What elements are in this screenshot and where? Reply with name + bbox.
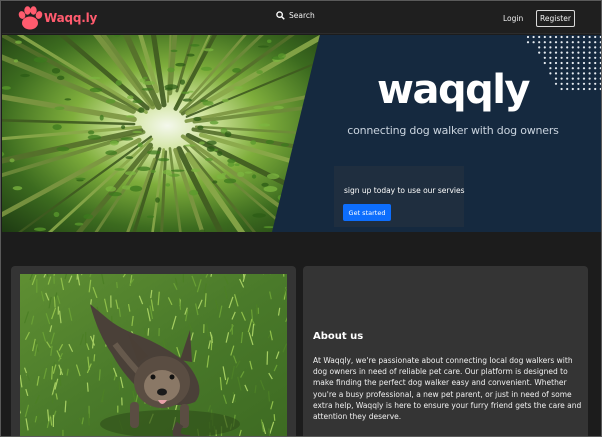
dog-on-grass-image: [20, 274, 287, 436]
register-button[interactable]: Register: [536, 10, 575, 27]
search-label: Search: [289, 11, 315, 20]
about-section: About us At Waqqly, we're passionate abo…: [2, 232, 601, 436]
about-title: About us: [313, 331, 364, 342]
cta-text: sign up today to use our servies: [344, 186, 465, 195]
bamboo-forest-image: [2, 35, 320, 232]
brand-logo[interactable]: Waqq.ly: [14, 5, 97, 31]
get-started-label: Get started: [348, 208, 386, 217]
get-started-button[interactable]: Get started: [343, 204, 391, 221]
register-label: Register: [540, 14, 571, 23]
about-card: About us At Waqqly, we're passionate abo…: [303, 266, 588, 436]
paw-icon: [18, 6, 43, 30]
login-link[interactable]: Login: [503, 14, 523, 23]
signup-cta-box: sign up today to use our servies Get sta…: [334, 166, 465, 227]
hero-section: waqqly connecting dog walker with dog ow…: [2, 35, 601, 232]
browser-viewport: Waqq.ly Search Login Register waqqly con…: [0, 0, 602, 437]
brand-name: Waqq.ly: [44, 11, 98, 25]
hero-subtitle: connecting dog walker with dog owners: [347, 124, 559, 137]
hero-title: waqqly: [377, 67, 531, 113]
image-card: [11, 266, 296, 436]
search-link[interactable]: Search: [276, 11, 315, 20]
about-body: At Waqqly, we're passionate about connec…: [313, 356, 582, 422]
search-icon: [276, 11, 285, 20]
navbar: Waqq.ly Search Login Register: [2, 2, 601, 34]
